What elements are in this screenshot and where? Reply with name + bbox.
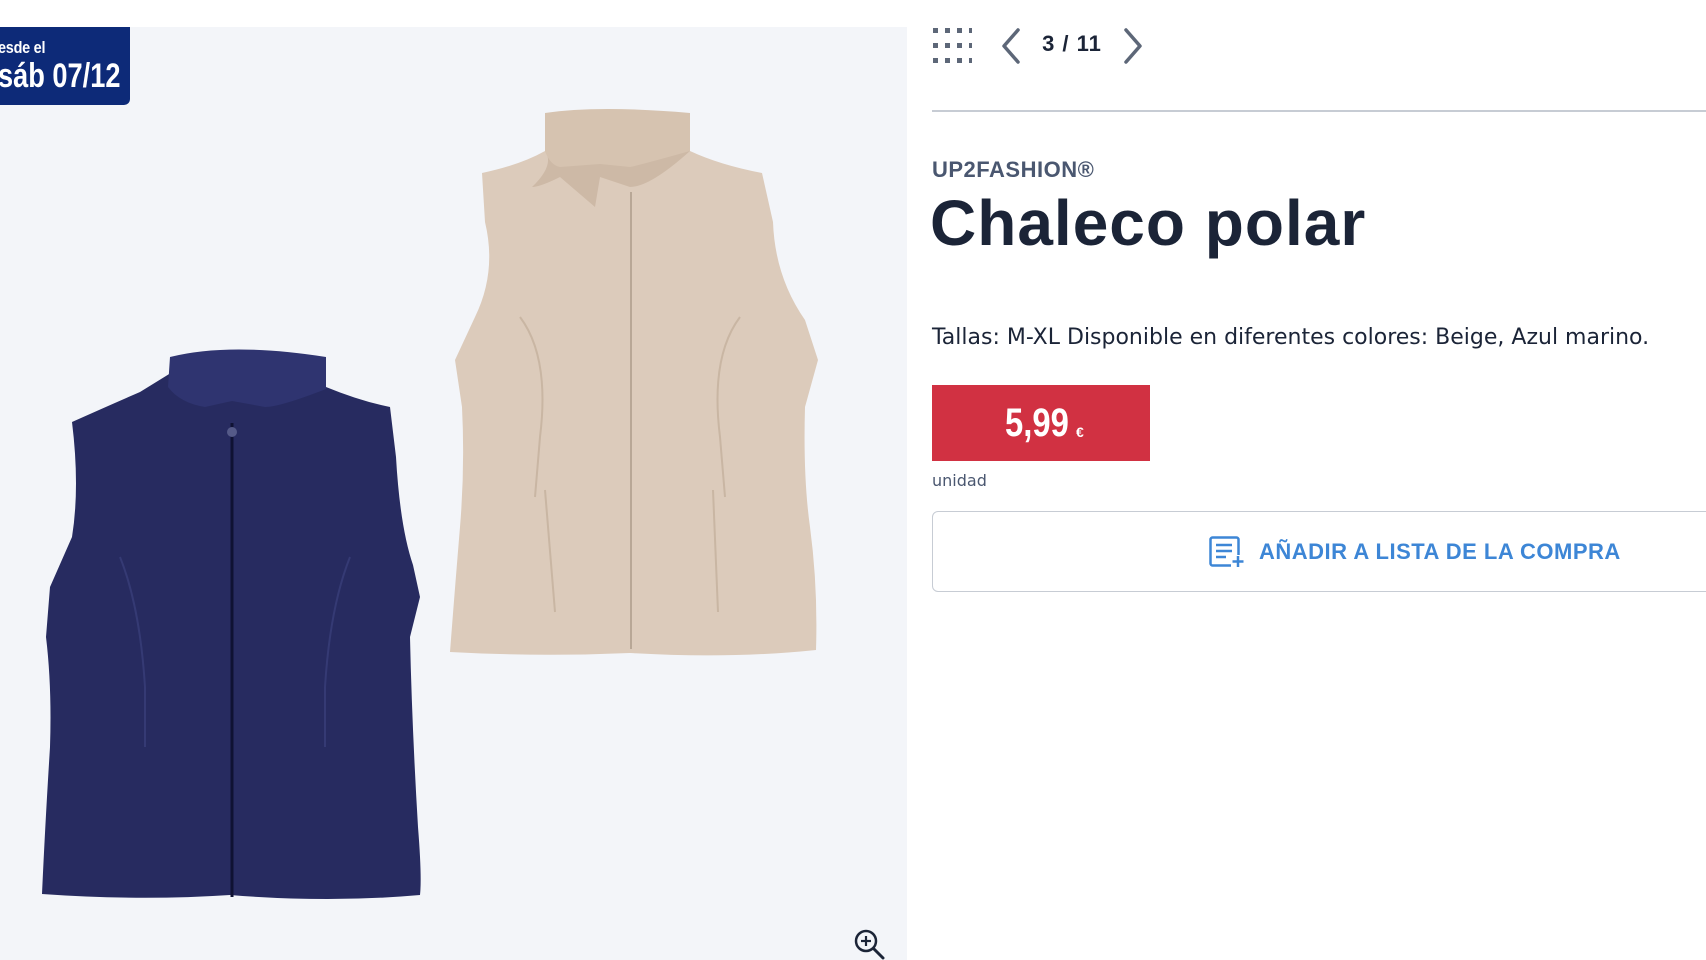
price-unit: unidad bbox=[932, 471, 987, 490]
product-gallery: esde el sáb 07/12 bbox=[0, 27, 907, 960]
product-description: Tallas: M-XL Disponible en diferentes co… bbox=[932, 325, 1650, 350]
price-badge: 5,99 € bbox=[932, 385, 1150, 461]
product-brand: UP2FASHION® bbox=[932, 157, 1095, 182]
beige-vest bbox=[450, 109, 818, 656]
price-amount: 5,99 bbox=[1005, 400, 1070, 445]
chevron-right-icon[interactable] bbox=[1118, 26, 1148, 66]
price-currency: € bbox=[1076, 424, 1084, 440]
divider bbox=[932, 110, 1706, 112]
shopping-list-add-icon bbox=[1209, 536, 1245, 567]
product-title: Chaleco polar bbox=[930, 187, 1367, 259]
add-to-shopping-list-button[interactable]: AÑADIR A LISTA DE LA COMPRA bbox=[932, 511, 1706, 592]
add-to-shopping-list-label: AÑADIR A LISTA DE LA COMPRA bbox=[1259, 539, 1621, 564]
navy-vest bbox=[42, 349, 421, 899]
badge-line-1: esde el bbox=[0, 38, 46, 57]
badge-line-2: sáb 07/12 bbox=[0, 57, 121, 95]
date-badge: esde el sáb 07/12 bbox=[0, 27, 130, 105]
chevron-left-icon[interactable] bbox=[996, 26, 1026, 66]
image-counter: 3 / 11 bbox=[1042, 31, 1102, 56]
product-image[interactable] bbox=[0, 27, 907, 960]
zoom-in-icon[interactable] bbox=[852, 927, 886, 960]
gallery-nav: 3 / 11 bbox=[932, 22, 1172, 68]
grid-icon[interactable] bbox=[932, 26, 972, 66]
